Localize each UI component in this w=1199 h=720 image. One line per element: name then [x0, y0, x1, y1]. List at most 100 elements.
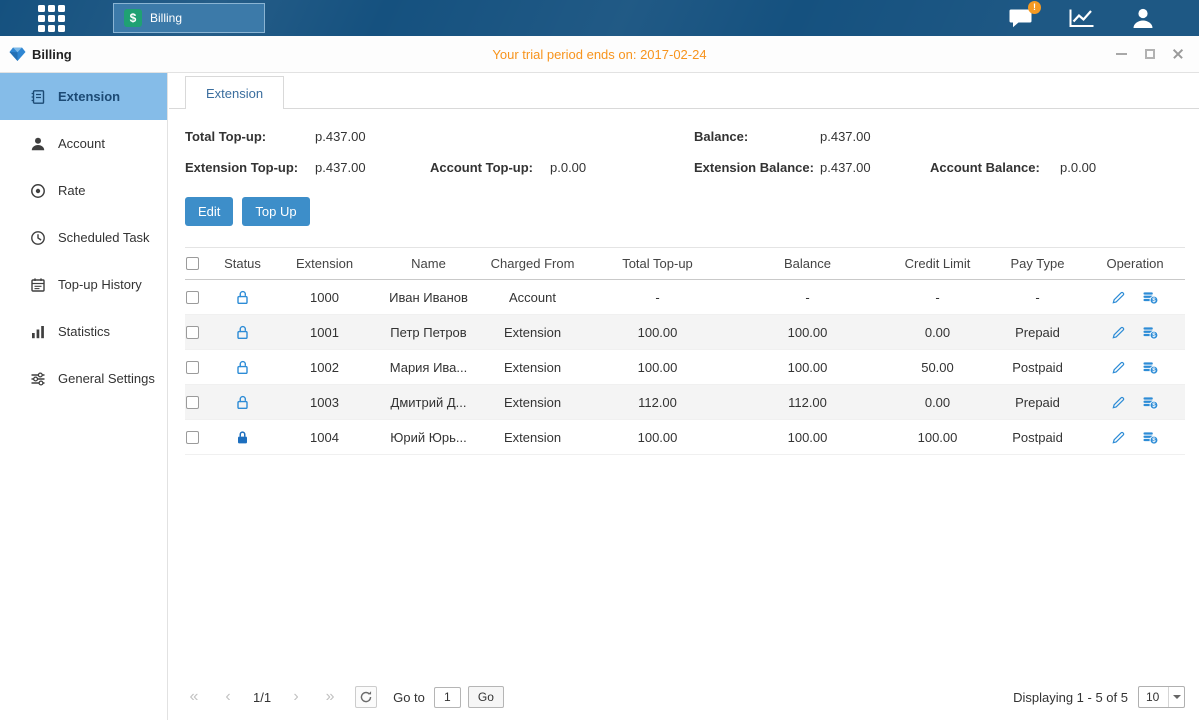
goto-page-input[interactable]	[434, 687, 461, 708]
chart-icon[interactable]	[1069, 8, 1095, 28]
edit-icon[interactable]	[1111, 395, 1126, 410]
header-operation: Operation	[1085, 256, 1185, 271]
header-name: Name	[377, 256, 480, 271]
action-buttons: Edit Top Up	[185, 197, 1183, 226]
top-up-icon[interactable]: $	[1142, 395, 1159, 410]
summary-label: Extension Balance:	[694, 160, 820, 175]
page-indicator: 1/1	[253, 690, 271, 705]
page-size-value: 10	[1139, 690, 1168, 704]
edit-icon[interactable]	[1111, 290, 1126, 305]
sidebar-item-extension[interactable]: Extension	[0, 73, 167, 120]
go-button[interactable]: Go	[468, 686, 504, 708]
first-page-icon[interactable]: «	[185, 688, 203, 706]
page-size-select[interactable]: 10	[1138, 686, 1185, 708]
pay-type-cell: Prepaid	[990, 325, 1085, 340]
status-lock-icon[interactable]	[235, 360, 250, 375]
extension-cell: 1001	[272, 325, 377, 340]
name-cell: Дмитрий Д...	[377, 395, 480, 410]
extension-cell: 1000	[272, 290, 377, 305]
summary-value: p.0.00	[550, 160, 694, 175]
balance-cell: 100.00	[730, 360, 885, 375]
close-icon[interactable]	[1170, 47, 1185, 62]
charged-from-cell: Account	[480, 290, 585, 305]
summary-label: Total Top-up:	[185, 129, 315, 144]
sidebar-item-statistics[interactable]: Statistics	[0, 308, 167, 355]
pay-type-cell: Postpaid	[990, 430, 1085, 445]
maximize-icon[interactable]	[1142, 47, 1157, 62]
sidebar-item-label: Account	[58, 136, 105, 151]
chat-icon[interactable]: !	[1008, 8, 1033, 29]
extension-cell: 1003	[272, 395, 377, 410]
table-row: 1001 Петр Петров Extension 100.00 100.00…	[185, 315, 1185, 350]
row-checkbox[interactable]	[186, 361, 199, 374]
top-bar: $ Billing !	[0, 0, 1199, 36]
main-content: Extension Total Top-up: p.437.00 Balance…	[169, 73, 1199, 720]
pay-type-cell: Postpaid	[990, 360, 1085, 375]
summary-value: p.437.00	[820, 129, 930, 144]
top-up-icon[interactable]: $	[1142, 325, 1159, 340]
window-titlebar: Billing Your trial period ends on: 2017-…	[0, 36, 1199, 73]
rate-icon	[30, 183, 46, 199]
balance-cell: -	[730, 290, 885, 305]
sidebar-item-account[interactable]: Account	[0, 120, 167, 167]
sidebar-item-topup-history[interactable]: Top-up History	[0, 261, 167, 308]
user-icon[interactable]	[1131, 7, 1155, 29]
account-icon	[30, 136, 46, 152]
minimize-icon[interactable]	[1114, 47, 1129, 62]
extension-table: Status Extension Name Charged From Total…	[185, 247, 1185, 455]
top-up-icon[interactable]: $	[1142, 290, 1159, 305]
balance-cell: 100.00	[730, 430, 885, 445]
top-up-icon[interactable]: $	[1142, 430, 1159, 445]
chevron-down-icon	[1168, 687, 1184, 707]
summary-value: p.437.00	[820, 160, 930, 175]
status-lock-icon[interactable]	[235, 430, 250, 445]
status-lock-icon[interactable]	[235, 325, 250, 340]
edit-button[interactable]: Edit	[185, 197, 233, 226]
pay-type-cell: Prepaid	[990, 395, 1085, 410]
tab-extension[interactable]: Extension	[185, 76, 284, 109]
extension-cell: 1002	[272, 360, 377, 375]
table-row: 1002 Мария Ива... Extension 100.00 100.0…	[185, 350, 1185, 385]
credit-limit-cell: 0.00	[885, 395, 990, 410]
name-cell: Мария Ива...	[377, 360, 480, 375]
edit-icon[interactable]	[1111, 360, 1126, 375]
table-row: 1000 Иван Иванов Account - - - - $	[185, 280, 1185, 315]
last-page-icon[interactable]: »	[321, 688, 339, 706]
sidebar-item-scheduled-task[interactable]: Scheduled Task	[0, 214, 167, 261]
select-all-checkbox[interactable]	[186, 257, 199, 270]
clock-icon	[30, 230, 46, 246]
balance-summary: Total Top-up: p.437.00 Balance: p.437.00…	[185, 121, 1185, 183]
row-checkbox[interactable]	[186, 291, 199, 304]
sidebar-item-rate[interactable]: Rate	[0, 167, 167, 214]
balance-cell: 112.00	[730, 395, 885, 410]
displaying-text: Displaying 1 - 5 of 5	[1013, 690, 1128, 705]
prev-page-icon[interactable]: ‹	[219, 688, 237, 706]
status-lock-icon[interactable]	[235, 290, 250, 305]
sidebar-item-label: Top-up History	[58, 277, 142, 292]
row-checkbox[interactable]	[186, 431, 199, 444]
name-cell: Юрий Юрь...	[377, 430, 480, 445]
header-balance: Balance	[730, 256, 885, 271]
edit-icon[interactable]	[1111, 325, 1126, 340]
row-checkbox[interactable]	[186, 326, 199, 339]
row-checkbox[interactable]	[186, 396, 199, 409]
sidebar-item-label: Extension	[58, 89, 120, 104]
next-page-icon[interactable]: ›	[287, 688, 305, 706]
credit-limit-cell: 0.00	[885, 325, 990, 340]
summary-value: p.0.00	[1060, 160, 1185, 175]
sidebar-item-general-settings[interactable]: General Settings	[0, 355, 167, 402]
refresh-icon[interactable]	[355, 686, 377, 708]
taskbar-tab-billing[interactable]: $ Billing	[113, 3, 265, 33]
apps-grid-icon[interactable]	[38, 5, 65, 32]
top-up-icon[interactable]: $	[1142, 360, 1159, 375]
total-topup-cell: 100.00	[585, 325, 730, 340]
status-lock-icon[interactable]	[235, 395, 250, 410]
table-row: 1004 Юрий Юрь... Extension 100.00 100.00…	[185, 420, 1185, 455]
edit-icon[interactable]	[1111, 430, 1126, 445]
topbar-right-icons: !	[1008, 7, 1155, 29]
total-topup-cell: 100.00	[585, 430, 730, 445]
taskbar-tab-label: Billing	[150, 11, 182, 25]
top-up-button[interactable]: Top Up	[242, 197, 309, 226]
charged-from-cell: Extension	[480, 360, 585, 375]
window-controls	[1114, 47, 1185, 62]
